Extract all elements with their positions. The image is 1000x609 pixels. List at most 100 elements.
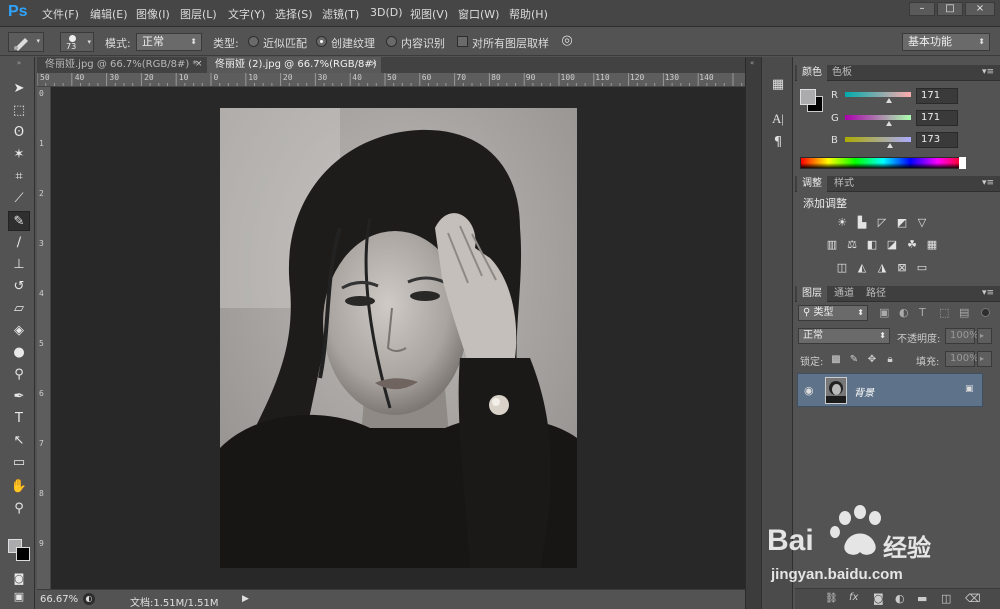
- new-layer-icon[interactable]: ◫: [941, 592, 951, 605]
- red-slider[interactable]: [845, 92, 911, 97]
- filter-pixel-icon[interactable]: ▣: [879, 306, 889, 319]
- filter-toggle-icon[interactable]: [981, 308, 990, 317]
- levels-icon[interactable]: ▙: [855, 216, 869, 230]
- workspace-select[interactable]: 基本功能 ⬍: [902, 33, 990, 51]
- opacity-dropdown[interactable]: ▸: [977, 328, 992, 344]
- healing-brush-tool-icon[interactable]: ✎: [8, 211, 30, 231]
- channel-mixer-icon[interactable]: ☘: [905, 238, 919, 252]
- tab-adjustments[interactable]: 调整: [797, 176, 827, 192]
- lock-pixels-icon[interactable]: ✎: [848, 354, 860, 366]
- threshold-icon[interactable]: ◮: [875, 261, 889, 275]
- menu-help[interactable]: 帮助(H): [509, 6, 548, 22]
- panel-menu-icon[interactable]: ▾≡: [982, 67, 994, 77]
- close-icon[interactable]: ×: [370, 57, 378, 72]
- collapse-icon[interactable]: »: [8, 59, 30, 67]
- menu-image[interactable]: 图像(I): [136, 6, 170, 22]
- brightness-icon[interactable]: ☀: [835, 216, 849, 230]
- eye-icon[interactable]: ◉: [804, 384, 814, 397]
- close-icon[interactable]: ×: [195, 57, 203, 72]
- new-adjustment-icon[interactable]: ◐: [895, 592, 905, 605]
- mode-select[interactable]: 正常 ⬍: [136, 33, 202, 51]
- menu-type[interactable]: 文字(Y): [228, 6, 265, 22]
- blue-slider-knob[interactable]: [886, 143, 893, 148]
- close-window-button[interactable]: ×: [965, 2, 995, 16]
- minimize-button[interactable]: –: [909, 2, 935, 16]
- screen-mode-icon[interactable]: ▣: [8, 587, 30, 607]
- lock-position-icon[interactable]: ✥: [866, 354, 878, 366]
- tab-swatches[interactable]: 色板: [827, 65, 857, 81]
- vibrance-icon[interactable]: ▽: [915, 216, 929, 230]
- blue-slider[interactable]: [845, 137, 911, 142]
- type-tool-icon[interactable]: T: [8, 409, 30, 429]
- background-color-swatch[interactable]: [16, 547, 30, 561]
- brush-tool-icon[interactable]: ∕: [8, 233, 30, 253]
- tab-layers[interactable]: 图层: [797, 286, 827, 302]
- gradient-map-icon[interactable]: ▭: [915, 261, 929, 275]
- collapse-icon[interactable]: «: [750, 59, 754, 67]
- trash-icon[interactable]: ⌫: [965, 592, 981, 605]
- rectangle-tool-icon[interactable]: ▭: [8, 453, 30, 473]
- crop-tool-icon[interactable]: ⌗: [8, 167, 30, 187]
- menu-filter[interactable]: 滤镜(T): [322, 6, 359, 22]
- green-value[interactable]: 171: [916, 110, 958, 126]
- panel-scroll-strip[interactable]: «: [745, 57, 761, 609]
- tab-document-1[interactable]: 佟丽娅.jpg @ 66.7%(RGB/8#) * ×: [37, 57, 205, 73]
- invert-icon[interactable]: ◫: [835, 261, 849, 275]
- history-panel-icon[interactable]: ▦: [768, 75, 788, 95]
- menu-window[interactable]: 窗口(W): [458, 6, 499, 22]
- menu-file[interactable]: 文件(F): [42, 6, 79, 22]
- add-mask-icon[interactable]: ◙: [873, 592, 884, 605]
- photo-canvas[interactable]: [220, 108, 577, 568]
- menu-layer[interactable]: 图层(L): [180, 6, 217, 22]
- color-spectrum-ramp[interactable]: [800, 157, 966, 169]
- radio-create-texture[interactable]: [316, 36, 327, 47]
- marquee-tool-icon[interactable]: ⬚: [8, 101, 30, 121]
- opacity-field[interactable]: 100%: [945, 328, 979, 344]
- new-group-icon[interactable]: ▬: [917, 592, 927, 605]
- red-value[interactable]: 171: [916, 88, 958, 104]
- color-balance-icon[interactable]: ⚖: [845, 238, 859, 252]
- sample-all-layers-checkbox[interactable]: [457, 36, 468, 47]
- link-layers-icon[interactable]: ⛓: [825, 593, 838, 604]
- color-fg-swatch[interactable]: [800, 89, 816, 105]
- lock-transparent-icon[interactable]: ▩: [830, 354, 842, 366]
- move-tool-icon[interactable]: ➤: [8, 79, 30, 99]
- quick-mask-icon[interactable]: ◙: [8, 569, 30, 589]
- layer-filter-select[interactable]: ⚲ 类型 ⬍: [798, 305, 868, 321]
- fill-dropdown[interactable]: ▸: [977, 351, 992, 367]
- magic-wand-tool-icon[interactable]: ✶: [8, 145, 30, 165]
- radio-content-aware[interactable]: [386, 36, 397, 47]
- tab-document-2[interactable]: 佟丽娅 (2).jpg @ 66.7%(RGB/8#) ×: [207, 57, 381, 73]
- menu-select[interactable]: 选择(S): [275, 6, 313, 22]
- brush-size-picker[interactable]: 73 ▾: [60, 32, 94, 52]
- color-lookup-icon[interactable]: ▦: [925, 238, 939, 252]
- dodge-tool-icon[interactable]: ⚲: [8, 365, 30, 385]
- menu-view[interactable]: 视图(V): [410, 6, 448, 22]
- maximize-button[interactable]: □: [937, 2, 963, 16]
- posterize-icon[interactable]: ◭: [855, 261, 869, 275]
- filter-adjustment-icon[interactable]: ◐: [899, 306, 909, 319]
- exposure-icon[interactable]: ◩: [895, 216, 909, 230]
- history-brush-tool-icon[interactable]: ↺: [8, 277, 30, 297]
- play-arrow-icon[interactable]: ▶: [242, 594, 249, 604]
- filter-shape-icon[interactable]: ⬚: [939, 306, 949, 319]
- tab-styles[interactable]: 样式: [829, 176, 859, 192]
- fill-field[interactable]: 100%: [945, 351, 979, 367]
- paint-bucket-tool-icon[interactable]: ◈: [8, 321, 30, 341]
- blue-value[interactable]: 173: [916, 132, 958, 148]
- curves-icon[interactable]: ◸: [875, 216, 889, 230]
- zoom-level[interactable]: 66.67%: [40, 594, 78, 605]
- panel-menu-icon[interactable]: ▾≡: [982, 178, 994, 188]
- filter-type-icon[interactable]: T: [919, 306, 926, 319]
- zoom-tool-icon[interactable]: ⚲: [8, 499, 30, 519]
- tool-preset-picker[interactable]: ▾: [8, 32, 44, 52]
- clone-stamp-tool-icon[interactable]: ⊥: [8, 255, 30, 275]
- paragraph-panel-icon[interactable]: ¶: [768, 133, 788, 153]
- filter-smart-object-icon[interactable]: ▤: [959, 306, 969, 319]
- path-selection-tool-icon[interactable]: ↖: [8, 431, 30, 451]
- blend-mode-select[interactable]: 正常 ⬍: [798, 328, 890, 344]
- layer-row-background[interactable]: ◉ 背景 ▣: [797, 373, 983, 407]
- pressure-size-icon[interactable]: ◎: [557, 33, 577, 51]
- red-slider-knob[interactable]: [886, 98, 893, 103]
- tab-color[interactable]: 颜色: [797, 65, 827, 81]
